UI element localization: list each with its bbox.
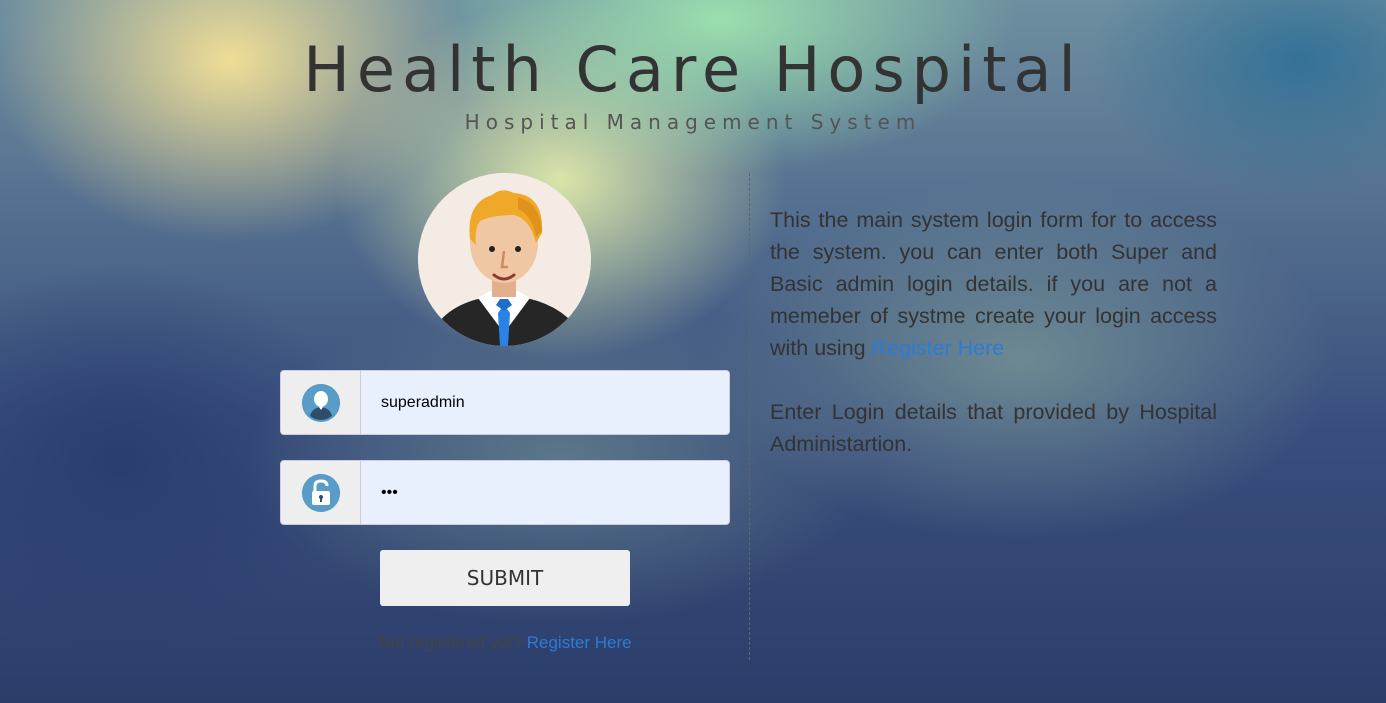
register-prompt: Not registered yet? Register Here — [280, 633, 730, 653]
password-input[interactable] — [361, 461, 729, 524]
app-subtitle: Hospital Management System — [464, 110, 922, 134]
username-input[interactable] — [361, 371, 729, 434]
not-registered-text: Not registered yet? — [378, 633, 523, 652]
username-addon — [281, 371, 361, 434]
user-icon — [301, 383, 340, 422]
page-header: Health Care Hospital Hospital Management… — [0, 30, 1386, 134]
vertical-divider — [749, 173, 750, 660]
info-paragraph-2: Enter Login details that provided by Hos… — [770, 400, 1217, 456]
password-field — [280, 460, 730, 525]
info-paragraph-1: This the main system login form for to a… — [770, 204, 1217, 364]
app-title: Health Care Hospital — [303, 33, 1083, 106]
doctor-avatar-icon — [418, 173, 591, 346]
password-addon — [281, 461, 361, 524]
submit-button[interactable]: SUBMIT — [380, 550, 630, 606]
unlock-icon — [301, 473, 340, 512]
register-link[interactable]: Register Here — [527, 633, 632, 652]
info-panel: This the main system login form for to a… — [770, 204, 1217, 460]
info-register-link[interactable]: Register Here — [872, 336, 1005, 360]
username-field — [280, 370, 730, 435]
